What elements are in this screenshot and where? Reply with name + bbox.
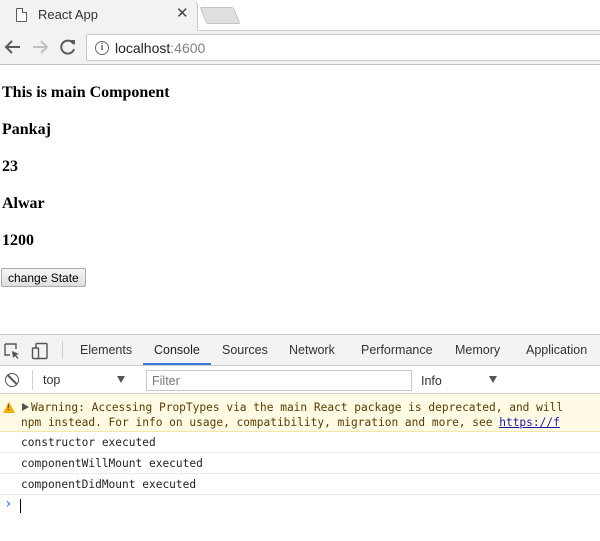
back-button[interactable] bbox=[2, 36, 24, 58]
filter-input[interactable] bbox=[147, 371, 411, 390]
devtools-panel: Elements Console Sources Network Perform… bbox=[0, 334, 600, 541]
name-value: Pankaj bbox=[2, 121, 51, 138]
new-tab-button[interactable] bbox=[199, 7, 241, 24]
log-text: constructor executed bbox=[21, 436, 156, 449]
context-selector[interactable]: top bbox=[32, 370, 136, 390]
age-value: 23 bbox=[2, 158, 18, 175]
device-toolbar-icon[interactable] bbox=[31, 342, 49, 360]
console-log-message: componentWillMount executed bbox=[0, 453, 600, 474]
arrow-right-icon bbox=[33, 40, 49, 54]
inspect-element-icon[interactable] bbox=[3, 342, 21, 360]
devtools-tab-bar: Elements Console Sources Network Perform… bbox=[0, 335, 600, 366]
url-text[interactable]: localhost:4600 bbox=[115, 40, 205, 56]
filter-field[interactable] bbox=[146, 370, 412, 391]
browser-toolbar: i localhost:4600 bbox=[0, 31, 600, 65]
page-heading: This is main Component bbox=[2, 84, 170, 101]
console-prompt[interactable]: › bbox=[0, 495, 600, 517]
change-state-button[interactable]: change State bbox=[1, 268, 86, 287]
active-tab-indicator bbox=[143, 363, 211, 365]
tab-sources[interactable]: Sources bbox=[222, 343, 268, 357]
tab-application[interactable]: Application bbox=[526, 343, 587, 357]
chevron-down-icon bbox=[117, 376, 125, 383]
console-warning-message[interactable]: Warning: Accessing PropTypes via the mai… bbox=[0, 394, 600, 432]
toolbar-divider bbox=[62, 341, 63, 359]
info-icon[interactable]: i bbox=[95, 41, 109, 55]
city-value: Alwar bbox=[2, 195, 45, 212]
log-text: componentDidMount executed bbox=[21, 478, 197, 491]
warning-text-line1: Warning: Accessing PropTypes via the mai… bbox=[31, 401, 564, 414]
browser-tab[interactable]: React App ✕ bbox=[0, 0, 198, 31]
clear-console-icon[interactable] bbox=[5, 373, 19, 387]
prompt-chevron-icon: › bbox=[4, 496, 13, 512]
console-log-message: componentDidMount executed bbox=[0, 474, 600, 495]
tab-network[interactable]: Network bbox=[289, 343, 335, 357]
address-bar[interactable]: i localhost:4600 bbox=[86, 34, 600, 61]
text-cursor bbox=[20, 499, 21, 513]
log-text: componentWillMount executed bbox=[21, 457, 203, 470]
tab-title: React App bbox=[38, 7, 98, 22]
page-icon bbox=[16, 8, 27, 22]
tab-console[interactable]: Console bbox=[154, 343, 200, 357]
forward-button[interactable] bbox=[29, 36, 51, 58]
salary-value: 1200 bbox=[2, 232, 34, 249]
expand-triangle-icon[interactable] bbox=[22, 403, 29, 411]
warning-text-line2: npm instead. For info on usage, compatib… bbox=[21, 416, 560, 429]
context-value: top bbox=[43, 373, 61, 387]
reload-button[interactable] bbox=[57, 36, 79, 58]
tab-memory[interactable]: Memory bbox=[455, 343, 500, 357]
console-toolbar: top Info bbox=[0, 366, 600, 394]
log-level-value: Info bbox=[421, 374, 442, 388]
warning-link[interactable]: https://f bbox=[499, 416, 560, 429]
arrow-left-icon bbox=[4, 40, 20, 54]
chevron-down-icon bbox=[489, 376, 497, 383]
tab-elements[interactable]: Elements bbox=[80, 343, 132, 357]
close-tab-icon[interactable]: ✕ bbox=[176, 5, 189, 23]
console-log-message: constructor executed bbox=[0, 432, 600, 453]
tab-performance[interactable]: Performance bbox=[361, 343, 433, 357]
warning-icon bbox=[3, 402, 15, 413]
page-content: This is main Component Pankaj 23 Alwar 1… bbox=[0, 66, 600, 334]
reload-icon bbox=[60, 39, 75, 55]
log-level-selector[interactable]: Info bbox=[412, 370, 512, 390]
browser-tab-strip: React App ✕ bbox=[0, 0, 600, 31]
